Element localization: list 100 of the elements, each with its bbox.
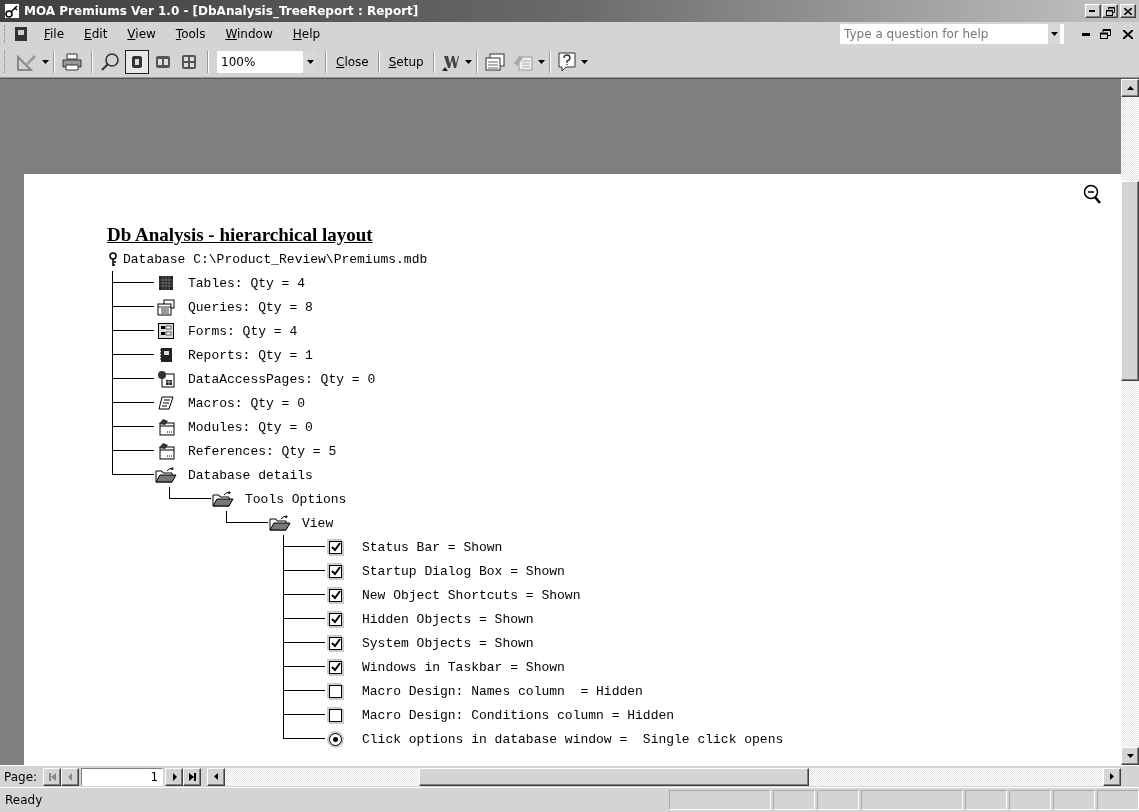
tree-item-text: Status Bar = Shown	[362, 539, 503, 555]
down-arrow-icon	[1126, 754, 1134, 758]
toolbar-button[interactable]: Setup	[383, 52, 429, 71]
caret-icon	[464, 59, 472, 64]
checkbox[interactable]	[329, 588, 342, 602]
next-page-button[interactable]	[165, 767, 184, 786]
checkbox[interactable]	[329, 684, 342, 698]
previous-page-button[interactable]	[61, 767, 80, 786]
menu-item[interactable]: File	[36, 25, 73, 43]
open-folder-icon	[155, 467, 177, 483]
right-arrow-icon	[1110, 773, 1114, 780]
horizontal-scrollbar[interactable]	[207, 767, 1121, 786]
connector-line	[283, 559, 325, 571]
tree-line	[283, 715, 284, 727]
scroll-thumb[interactable]	[1121, 181, 1139, 381]
close-icon[interactable]	[1123, 29, 1133, 39]
tree-line	[283, 643, 284, 655]
open-folder-icon	[269, 515, 291, 531]
tree-line	[112, 283, 113, 295]
report-title: Db Analysis - hierarchical layout	[107, 224, 373, 246]
close-icon	[1124, 7, 1132, 15]
tree-item-text: System Objects = Shown	[362, 635, 534, 651]
status-panel	[965, 790, 1007, 810]
close-button[interactable]	[1120, 4, 1136, 18]
tree-line	[112, 379, 113, 391]
page-number-field[interactable]: 1	[81, 767, 164, 786]
left-arrow-icon	[214, 773, 219, 780]
minimize-icon	[1089, 10, 1097, 12]
connector-line	[283, 607, 325, 619]
last-page-icon	[187, 772, 197, 781]
menu-item[interactable]: Edit	[76, 25, 116, 43]
status-panel	[1009, 790, 1051, 810]
radio-button[interactable]	[329, 732, 342, 746]
minimize-button[interactable]	[1085, 4, 1101, 18]
module-icon	[157, 418, 175, 436]
minimize-icon[interactable]	[1082, 32, 1090, 36]
report-icon	[14, 26, 28, 42]
status-panel	[817, 790, 859, 810]
tree-line	[112, 355, 113, 367]
tree-line	[112, 307, 113, 319]
tree-item-text: Modules: Qty = 0	[188, 419, 313, 435]
checkbox[interactable]	[329, 708, 342, 722]
toolbar-button[interactable]: Close	[331, 52, 374, 71]
checkbox[interactable]	[329, 612, 342, 626]
first-page-icon	[47, 772, 57, 781]
vertical-scrollbar[interactable]	[1121, 79, 1139, 765]
tree-item-text: Startup Dialog Box = Shown	[362, 563, 565, 579]
tree-item-text: Tables: Qty = 4	[188, 275, 306, 291]
menu-item[interactable]: Tools	[167, 25, 214, 43]
status-text: Ready	[4, 793, 44, 807]
status-panel	[1053, 790, 1095, 810]
windows-icon	[484, 52, 505, 71]
tree-item-text: Reports: Qty = 1	[188, 347, 313, 363]
tree-line	[283, 571, 284, 583]
caret-icon	[537, 59, 545, 64]
tree-item-text: View	[302, 515, 334, 531]
restore-icon[interactable]	[1100, 29, 1111, 39]
connector-line	[283, 631, 325, 643]
zoom-out-icon[interactable]	[1083, 184, 1101, 204]
tree-line	[283, 667, 284, 679]
tree-line	[112, 331, 113, 343]
tree-item-text: DataAccessPages: Qty = 0	[188, 371, 376, 387]
module-icon	[157, 442, 175, 460]
checkbox[interactable]	[329, 636, 342, 650]
up-arrow-icon	[1126, 86, 1134, 90]
caret-icon	[580, 59, 588, 64]
connector-line	[112, 391, 154, 403]
checkbox[interactable]	[329, 660, 342, 674]
connector-line	[112, 295, 154, 307]
one-page-icon	[129, 53, 145, 70]
multiple-pages-icon	[181, 53, 197, 70]
tree-item-text: Macro Design: Names column = Hidden	[362, 683, 643, 699]
checkbox[interactable]	[329, 540, 342, 554]
key-icon	[108, 252, 118, 266]
checkbox[interactable]	[329, 564, 342, 578]
last-page-button[interactable]	[183, 767, 202, 786]
dropdown-caret-icon	[1050, 32, 1058, 36]
one-page-button[interactable]	[125, 49, 149, 74]
ruler-pencil-icon	[17, 52, 37, 71]
zoom-dropdown[interactable]: 100%	[217, 50, 317, 73]
scroll-thumb[interactable]	[419, 767, 810, 786]
connector-line	[169, 487, 211, 499]
tree-line	[112, 403, 113, 415]
restore-button[interactable]	[1102, 4, 1118, 18]
first-page-button[interactable]	[43, 767, 62, 786]
tree-item-text: Tools Options	[245, 491, 347, 507]
menu-item[interactable]: Help	[284, 25, 329, 43]
tree-line	[283, 619, 284, 631]
connector-line	[112, 343, 154, 355]
menu-item[interactable]: View	[119, 25, 164, 43]
menu-item[interactable]: Window	[217, 25, 281, 43]
tree-item-text: Database details	[188, 467, 313, 483]
help-search-field[interactable]: Type a question for help	[840, 24, 1064, 44]
page-label: Page:	[3, 769, 39, 784]
connector-line	[112, 415, 154, 427]
connector-line	[112, 271, 154, 283]
tree-item-text: Macros: Qty = 0	[188, 395, 306, 411]
key-icon	[4, 3, 20, 19]
connector-line	[226, 511, 268, 523]
connector-line	[112, 463, 154, 475]
